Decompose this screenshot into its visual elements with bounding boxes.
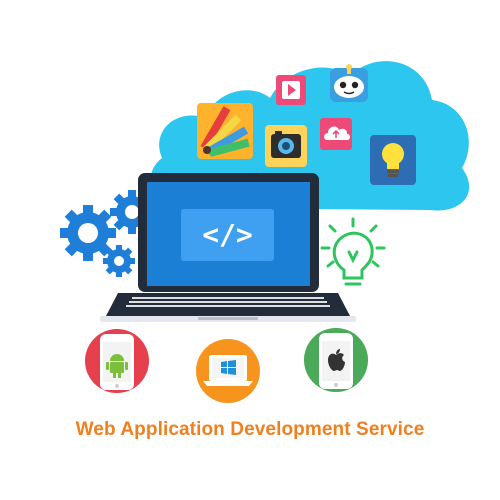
palette-icon <box>197 103 253 159</box>
android-phone-icon <box>85 329 149 393</box>
green-lightbulb-icon <box>320 217 386 286</box>
camera-icon <box>265 125 307 167</box>
page-title: Web Application Development Service <box>75 419 425 440</box>
keyboard <box>126 297 330 307</box>
windows-laptop-icon <box>196 339 260 403</box>
illustration-stage: </> Web Application Development Service <box>0 0 500 500</box>
apple-phone-icon <box>304 328 368 392</box>
lightbulb-icon <box>370 135 416 185</box>
upload-cloud-icon <box>320 118 352 150</box>
robot-icon <box>330 64 368 102</box>
play-icon <box>276 75 306 105</box>
code-symbol: </> <box>202 218 253 251</box>
